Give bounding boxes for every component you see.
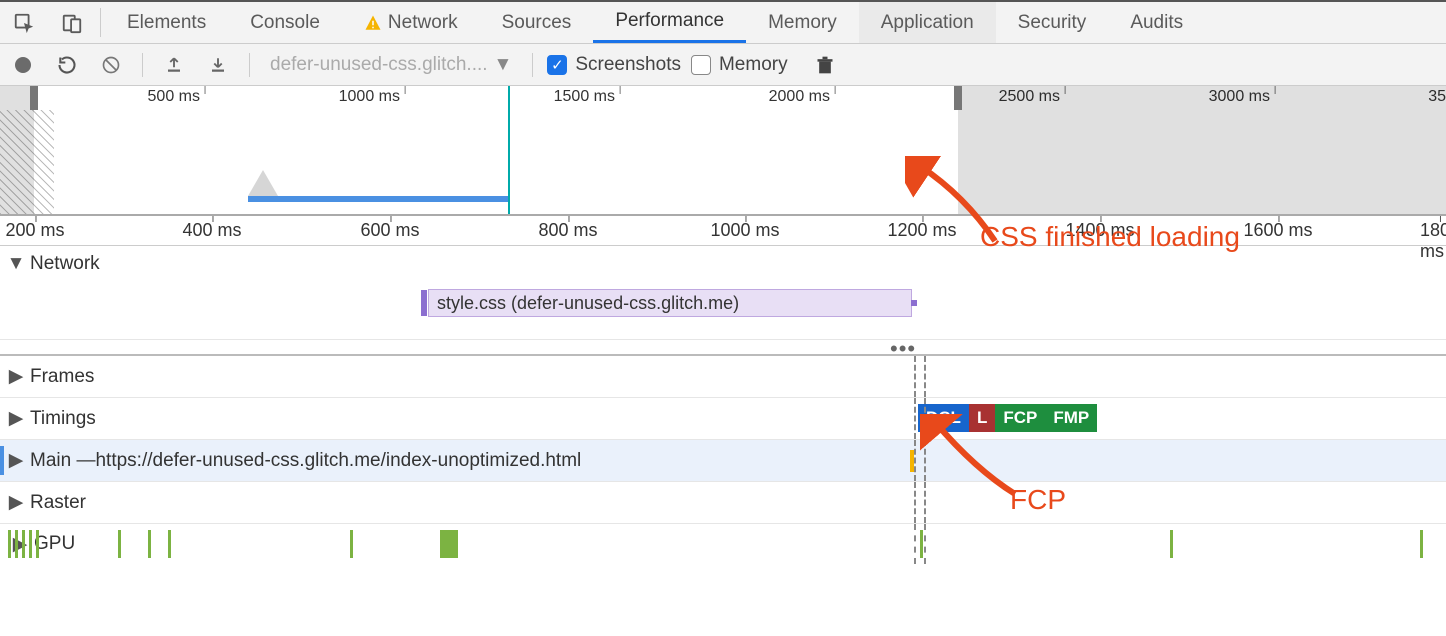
overview-tick: 1000 ms xyxy=(339,88,400,106)
performance-toolbar: defer-unused-css.glitch.... ▼ ✓ Screensh… xyxy=(0,44,1446,86)
ruler-tick: 400 ms xyxy=(182,220,241,241)
track-timings[interactable]: ▶ Timings DCL L FCP FMP xyxy=(0,398,1446,440)
ruler-tick: 200 ms xyxy=(5,220,64,241)
flamechart-tracks: ▼ Network style.css (defer-unused-css.gl… xyxy=(0,246,1446,564)
tab-audits[interactable]: Audits xyxy=(1108,2,1205,43)
selection-indicator xyxy=(0,446,4,475)
marker-vline xyxy=(924,524,926,564)
gpu-task xyxy=(920,530,923,558)
ruler-tick: 1000 ms xyxy=(710,220,779,241)
profile-selector[interactable]: defer-unused-css.glitch.... ▼ xyxy=(264,54,518,76)
tab-elements[interactable]: Elements xyxy=(105,2,228,43)
marker-vline xyxy=(914,524,916,564)
checkbox-unchecked-icon xyxy=(691,55,711,75)
tab-security[interactable]: Security xyxy=(996,2,1109,43)
ruler-tick: 800 ms xyxy=(538,220,597,241)
overview-activity-bump xyxy=(248,170,278,196)
track-label: Timings xyxy=(30,408,96,430)
gpu-task xyxy=(118,530,121,558)
disclosure-right-icon: ▶ xyxy=(8,491,24,514)
overview-tick: 2000 ms xyxy=(769,88,830,106)
gpu-hatch xyxy=(8,530,40,558)
disclosure-right-icon: ▶ xyxy=(8,407,24,430)
track-gpu[interactable]: ▶ GPU xyxy=(0,524,1446,564)
overview-mask-right xyxy=(958,86,1446,214)
gpu-task xyxy=(168,530,171,558)
track-label: Network xyxy=(30,253,100,275)
overview-tick: 500 ms xyxy=(148,88,200,106)
gpu-task xyxy=(1170,530,1173,558)
gpu-task xyxy=(350,530,353,558)
marker-vline xyxy=(914,440,916,481)
overview-handle-right[interactable] xyxy=(954,86,962,110)
marker-vline xyxy=(914,398,916,439)
tab-network[interactable]: Network xyxy=(342,2,480,43)
track-label: Raster xyxy=(30,492,86,514)
track-network-body[interactable]: style.css (defer-unused-css.glitch.me) xyxy=(0,282,1446,340)
inspect-element-icon[interactable] xyxy=(0,2,48,43)
timing-marker-fmp[interactable]: FMP xyxy=(1045,404,1097,432)
track-raster[interactable]: ▶ Raster xyxy=(0,482,1446,524)
marker-vline xyxy=(914,482,916,523)
screenshots-checkbox[interactable]: ✓ Screenshots xyxy=(547,54,681,76)
overview-network-bar xyxy=(248,196,508,202)
reload-button[interactable] xyxy=(50,48,84,82)
disclosure-right-icon: ▶ xyxy=(8,365,24,388)
overview-tick: 1500 ms xyxy=(554,88,615,106)
gpu-task xyxy=(440,530,458,558)
save-profile-button[interactable] xyxy=(201,48,235,82)
marker-vline xyxy=(924,356,926,397)
overview-timeline[interactable]: 500 ms 1000 ms 1500 ms 2000 ms 2500 ms 3… xyxy=(0,86,1446,216)
tab-performance[interactable]: Performance xyxy=(593,2,746,43)
track-main[interactable]: ▶ Main — https://defer-unused-css.glitch… xyxy=(0,440,1446,482)
tab-console[interactable]: Console xyxy=(228,2,342,43)
load-profile-button[interactable] xyxy=(157,48,191,82)
track-main-url: https://defer-unused-css.glitch.me/index… xyxy=(95,450,581,472)
tab-sources[interactable]: Sources xyxy=(480,2,594,43)
track-label-prefix: Main — xyxy=(30,450,95,472)
network-request-label: style.css (defer-unused-css.glitch.me) xyxy=(437,293,739,314)
disclosure-down-icon: ▼ xyxy=(8,253,24,275)
track-label: GPU xyxy=(34,533,75,555)
network-request-bar[interactable]: style.css (defer-unused-css.glitch.me) xyxy=(428,289,912,317)
gpu-task xyxy=(1420,530,1423,558)
marker-vline xyxy=(914,356,916,397)
garbage-collect-button[interactable] xyxy=(808,48,842,82)
clear-button[interactable] xyxy=(94,48,128,82)
warning-icon xyxy=(364,14,382,32)
checkbox-checked-icon: ✓ xyxy=(547,55,567,75)
devtools-tabs: Elements Console Network Sources Perform… xyxy=(0,2,1446,44)
tab-application[interactable]: Application xyxy=(859,2,996,43)
tab-memory[interactable]: Memory xyxy=(746,2,859,43)
chevron-down-icon: ▼ xyxy=(494,54,513,76)
record-button[interactable] xyxy=(6,48,40,82)
track-frames[interactable]: ▶ Frames xyxy=(0,356,1446,398)
gpu-task xyxy=(148,530,151,558)
disclosure-right-icon: ▶ xyxy=(8,449,24,472)
track-label: Frames xyxy=(30,366,94,388)
overview-playhead xyxy=(508,86,510,214)
annotation-css-finished: CSS finished loading xyxy=(980,221,1240,253)
memory-checkbox[interactable]: Memory xyxy=(691,54,788,76)
device-toolbar-icon[interactable] xyxy=(48,2,96,43)
annotation-fcp: FCP xyxy=(1010,484,1066,516)
profile-selector-label: defer-unused-css.glitch.... xyxy=(270,54,488,76)
main-task-sliver xyxy=(910,450,914,472)
ruler-tick: 600 ms xyxy=(360,220,419,241)
ruler-tick: 1600 ms xyxy=(1243,220,1312,241)
overview-handle-left[interactable] xyxy=(30,86,38,110)
overview-mask-left xyxy=(0,86,34,214)
